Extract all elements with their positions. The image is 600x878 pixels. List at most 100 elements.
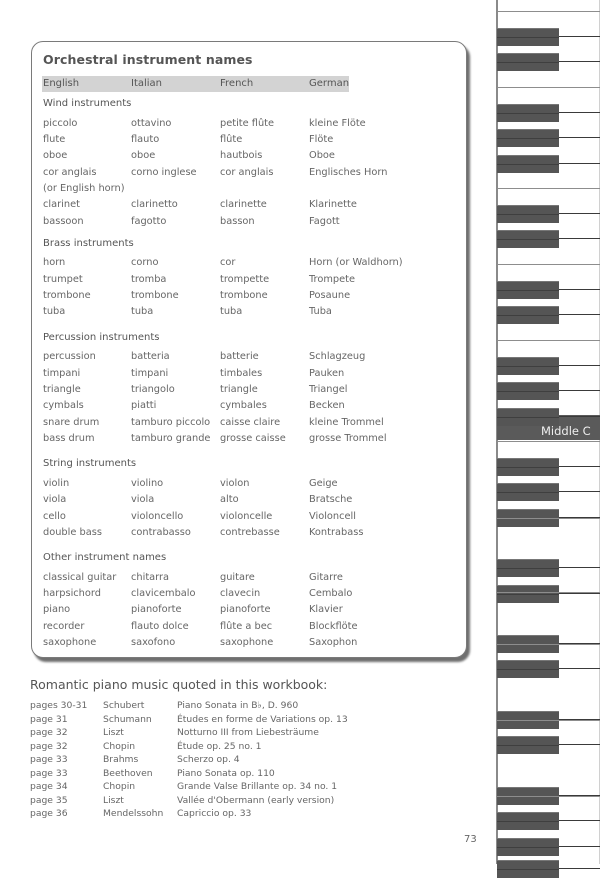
page-reference: page 33 bbox=[30, 754, 68, 765]
page-reference: page 34 bbox=[30, 781, 68, 792]
music-list-item: page 35 Liszt Vallée d'Obermann (early ver… bbox=[30, 795, 430, 807]
black-key bbox=[497, 736, 559, 754]
black-key bbox=[497, 711, 559, 729]
italian-name: viola bbox=[131, 494, 155, 505]
instrument-row: tuba tuba tuba Tuba bbox=[43, 306, 463, 320]
white-key-divider bbox=[497, 264, 600, 266]
italian-name: saxofono bbox=[131, 637, 176, 648]
column-header-bar: English Italian French German bbox=[42, 76, 349, 92]
composer: Schubert bbox=[103, 700, 145, 711]
italian-name: corno bbox=[131, 257, 159, 268]
instrument-row: timpani timpani timbales Pauken bbox=[43, 368, 463, 382]
instrument-row: horn corno cor Horn (or Waldhorn) bbox=[43, 257, 463, 271]
german-name: Pauken bbox=[309, 368, 345, 379]
music-list-item: page 33 Beethoven Piano Sonata op. 110 bbox=[30, 768, 430, 780]
section-heading: Other instrument names bbox=[43, 552, 167, 563]
music-list-item: page 36 Mendelssohn Capriccio op. 33 bbox=[30, 808, 430, 820]
german-name: Flöte bbox=[309, 134, 334, 145]
black-key bbox=[497, 838, 559, 856]
french-name: tuba bbox=[220, 306, 243, 317]
french-name: triangle bbox=[220, 384, 258, 395]
french-name: flûte bbox=[220, 134, 243, 145]
column-header-italian: Italian bbox=[131, 78, 163, 89]
music-list-item: page 32 Chopin Étude op. 25 no. 1 bbox=[30, 741, 430, 753]
german-name: Gitarre bbox=[309, 572, 343, 583]
german-name: Becken bbox=[309, 400, 345, 411]
black-key bbox=[497, 483, 559, 501]
instrument-row: viola viola alto Bratsche bbox=[43, 494, 463, 508]
german-name: Klavier bbox=[309, 604, 343, 615]
white-key-divider bbox=[497, 518, 600, 520]
german-name: Triangel bbox=[309, 384, 348, 395]
white-key-divider bbox=[497, 188, 600, 190]
french-name: cor anglais bbox=[220, 167, 274, 178]
instrument-row: oboe oboe hautbois Oboe bbox=[43, 150, 463, 164]
italian-name: contrabasso bbox=[131, 527, 191, 538]
key-divider bbox=[559, 365, 600, 367]
page-reference: page 35 bbox=[30, 794, 68, 806]
italian-name: piatti bbox=[131, 400, 157, 411]
work-title: Vallée d'Obermann (early version) bbox=[177, 794, 335, 806]
instrument-row: trombone trombone trombone Posaune bbox=[43, 290, 463, 304]
german-name: Oboe bbox=[309, 150, 335, 161]
italian-name: chitarra bbox=[131, 572, 170, 583]
key-divider bbox=[559, 390, 600, 392]
italian-name: tamburo grande bbox=[131, 433, 211, 444]
black-key bbox=[497, 660, 559, 678]
instrument-row: triangle triangolo triangle Triangel bbox=[43, 384, 463, 398]
german-name: Cembalo bbox=[309, 588, 353, 599]
french-name: clavecin bbox=[220, 588, 261, 599]
english-name: double bass bbox=[43, 527, 102, 538]
black-key bbox=[497, 812, 559, 830]
black-key bbox=[497, 585, 559, 603]
instrument-row: classical guitar chitarra guitare Gitarre bbox=[43, 572, 463, 586]
composer: Chopin bbox=[103, 781, 136, 792]
english-name: saxophone bbox=[43, 637, 97, 648]
key-divider bbox=[559, 112, 600, 114]
page-reference: page 36 bbox=[30, 808, 68, 819]
english-name: bassoon bbox=[43, 216, 84, 227]
music-list-item: page 34 Chopin Grande Valse Brillante op. … bbox=[30, 781, 430, 793]
italian-name: corno inglese bbox=[131, 167, 197, 178]
english-name: tuba bbox=[43, 306, 66, 317]
german-name: Englisches Horn bbox=[309, 167, 388, 178]
french-name: pianoforte bbox=[220, 604, 271, 615]
black-key bbox=[497, 635, 559, 653]
french-name: cymbales bbox=[220, 400, 267, 411]
key-divider bbox=[559, 61, 600, 63]
italian-name: trombone bbox=[131, 290, 179, 301]
black-key bbox=[497, 129, 559, 147]
german-name: Trompete bbox=[309, 274, 356, 285]
key-divider bbox=[559, 868, 600, 870]
english-name: flute bbox=[43, 134, 66, 145]
english-name: cymbals bbox=[43, 400, 84, 411]
composer: Mendelssohn bbox=[103, 808, 164, 819]
french-name: guitare bbox=[220, 572, 255, 583]
keyboard-edge bbox=[496, 0, 498, 864]
english-name: piano bbox=[43, 604, 71, 615]
french-name: basson bbox=[220, 216, 255, 227]
instrument-names-panel: Orchestral instrument names English Ital… bbox=[31, 41, 467, 658]
italian-name: oboe bbox=[131, 150, 156, 161]
french-name: batterie bbox=[220, 351, 259, 362]
french-name: trompette bbox=[220, 274, 270, 285]
page-reference: page 32 bbox=[30, 740, 68, 752]
column-header-german: German bbox=[309, 78, 350, 89]
key-divider bbox=[559, 719, 600, 721]
italian-name: flauto bbox=[131, 134, 160, 145]
english-name: violin bbox=[43, 478, 70, 489]
english-name: classical guitar bbox=[43, 572, 117, 583]
english-name: horn bbox=[43, 257, 66, 268]
italian-name: triangolo bbox=[131, 384, 175, 395]
italian-name: timpani bbox=[131, 368, 169, 379]
key-divider bbox=[559, 846, 600, 848]
black-key bbox=[497, 28, 559, 46]
french-name: caisse claire bbox=[220, 417, 281, 428]
black-key bbox=[497, 787, 559, 805]
music-list-item: page 32 Liszt Notturno III from Liebesträu… bbox=[30, 727, 430, 739]
french-name: hautbois bbox=[220, 150, 263, 161]
key-divider bbox=[559, 668, 600, 670]
english-name: (or English horn) bbox=[43, 183, 125, 194]
italian-name: violino bbox=[131, 478, 164, 489]
english-name: harpsichord bbox=[43, 588, 101, 599]
